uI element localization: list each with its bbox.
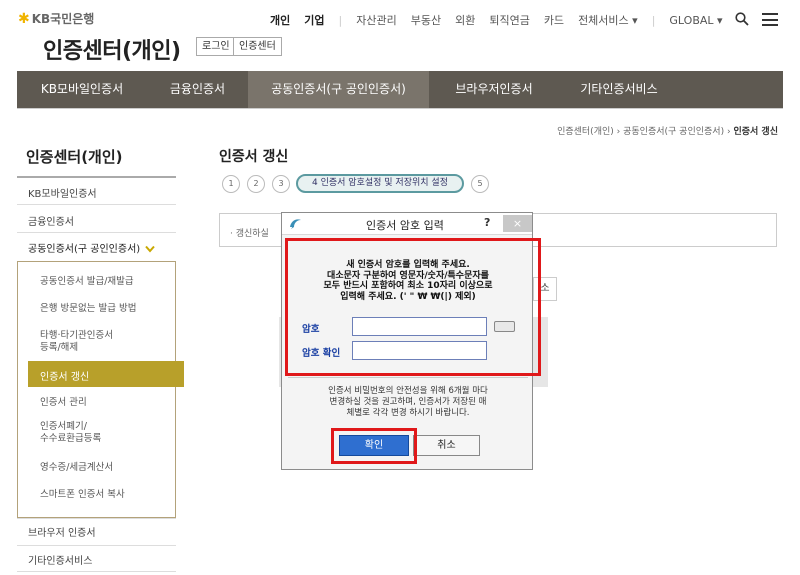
breadcrumb: 인증센터(개인) › 공동인증서(구 공인인증서) › 인증서 갱신 <box>557 124 778 137</box>
divider <box>17 232 176 233</box>
step-1: 1 <box>222 175 240 193</box>
help-icon[interactable]: ? <box>484 216 490 229</box>
divider <box>17 108 783 109</box>
submenu-no-visit-issue[interactable]: 은행 방문없는 발급 방법 <box>40 303 136 315</box>
divider <box>17 571 176 572</box>
topnav-card[interactable]: 카드 <box>544 12 564 28</box>
dialog-title: 인증서 암호 입력 <box>366 219 444 232</box>
topnav-personal[interactable]: 개인 <box>270 12 290 28</box>
submenu-manage[interactable]: 인증서 관리 <box>40 397 87 409</box>
note-line: 체별로 각각 변경 하시기 바랍니다. <box>346 408 470 418</box>
submenu-receipt[interactable]: 영수증/세금계산서 <box>40 462 113 474</box>
nav-joint-cert[interactable]: 공동인증서(구 공인인증서) <box>248 71 429 108</box>
content-title: 인증서 갱신 <box>219 149 289 165</box>
submenu-line: 등록/해제 <box>40 342 79 353</box>
sidebar-item-joint-cert[interactable]: 공동인증서(구 공인인증서) <box>28 240 156 255</box>
topnav-realestate[interactable]: 부동산 <box>411 12 441 28</box>
submenu-line: 수수료환급등록 <box>40 433 102 444</box>
sidebar-item-browser[interactable]: 브라우저 인증서 <box>28 524 96 539</box>
page-title: 인증센터(개인) <box>43 39 181 64</box>
hamburger-menu-icon[interactable] <box>762 13 778 26</box>
divider: | <box>338 13 343 27</box>
topnav-all-services[interactable]: 전체서비스 ▾ <box>578 12 638 28</box>
submenu-line: 타행·타기관인증서 <box>40 330 113 341</box>
breadcrumb-current: 인증서 갱신 <box>733 127 778 137</box>
divider <box>17 176 176 178</box>
cert-center-button[interactable]: 인증센터 <box>233 37 282 56</box>
divider <box>17 545 176 546</box>
step-5: 5 <box>471 175 489 193</box>
submenu-label: 인증서 갱신 <box>40 372 90 383</box>
breadcrumb-item[interactable]: 인증센터(개인) <box>557 127 614 137</box>
login-button[interactable]: 로그인 <box>196 37 236 56</box>
step-3: 3 <box>272 175 290 193</box>
sidebar-item-financial[interactable]: 금융인증서 <box>28 213 74 228</box>
step-4-active: 4 인증서 암호설정 및 저장위치 설정 <box>296 174 464 193</box>
breadcrumb-item[interactable]: 공동인증서(구 공인인증서) <box>623 127 724 137</box>
sidebar-title: 인증센터(개인) <box>26 148 123 166</box>
sidebar-item-other[interactable]: 기타인증서비스 <box>28 552 92 567</box>
topnav-forex[interactable]: 외환 <box>455 12 475 28</box>
nav-other-cert[interactable]: 기타인증서비스 <box>559 71 679 108</box>
note-line: 변경하실 것을 권고하며, 인증서가 저장된 매 <box>329 397 487 407</box>
dolphin-logo-icon <box>290 219 301 229</box>
sidebar-item-kb-mobile[interactable]: KB모바일인증서 <box>28 185 97 200</box>
top-navigation: 개인 기업 | 자산관리 부동산 외환 퇴직연금 카드 전체서비스 ▾ | GL… <box>270 12 737 28</box>
step-2: 2 <box>247 175 265 193</box>
chevron-down-icon <box>145 245 156 253</box>
topnav-asset[interactable]: 자산관리 <box>356 12 396 28</box>
dialog-titlebar[interactable]: 인증서 암호 입력 ? × <box>282 213 532 235</box>
submenu-line: 인증서폐기/ <box>40 421 87 432</box>
divider <box>17 204 176 205</box>
logo-text: KB국민은행 <box>31 12 95 26</box>
sidebar-submenu <box>17 261 176 518</box>
topnav-business[interactable]: 기업 <box>304 12 324 28</box>
submenu-revoke[interactable]: 인증서폐기/ 수수료환급등록 <box>40 421 101 445</box>
submenu-renew-active[interactable]: 인증서 갱신 <box>28 361 184 387</box>
highlight-box <box>331 428 417 464</box>
nav-kb-mobile-cert[interactable]: KB모바일인증서 <box>17 71 147 108</box>
divider: | <box>651 13 656 27</box>
breadcrumb-separator: › <box>616 127 621 137</box>
divider <box>288 377 528 378</box>
security-note: 인증서 비밀번호의 안전성을 위해 6개월 마다 변경하실 것을 권고하며, 인… <box>286 386 530 419</box>
nav-financial-cert[interactable]: 금융인증서 <box>147 71 248 108</box>
note-line: 인증서 비밀번호의 안전성을 위해 6개월 마다 <box>328 386 488 396</box>
search-icon[interactable] <box>735 12 749 26</box>
star-icon: ✱ <box>18 10 30 27</box>
info-text: · 갱신하실 <box>230 229 269 239</box>
submenu-issue[interactable]: 공동인증서 발급/재발급 <box>40 276 134 288</box>
submenu-other-bank-cert[interactable]: 타행·타기관인증서 등록/해제 <box>40 330 113 354</box>
topnav-global[interactable]: GLOBAL ▾ <box>669 14 722 27</box>
kb-logo[interactable]: ✱ KB국민은행 <box>18 10 94 27</box>
submenu-smartphone-copy[interactable]: 스마트폰 인증서 복사 <box>40 489 125 501</box>
cancel-button[interactable]: 취소 <box>413 435 480 456</box>
topnav-pension[interactable]: 퇴직연금 <box>489 12 529 28</box>
highlight-box <box>285 238 541 376</box>
main-navigation: KB모바일인증서 금융인증서 공동인증서(구 공인인증서) 브라우저인증서 기타… <box>17 71 783 108</box>
breadcrumb-separator: › <box>726 127 731 137</box>
nav-browser-cert[interactable]: 브라우저인증서 <box>429 71 559 108</box>
sidebar-item-label: 공동인증서(구 공인인증서) <box>28 244 141 255</box>
close-icon[interactable]: × <box>503 215 532 232</box>
divider <box>17 518 176 519</box>
